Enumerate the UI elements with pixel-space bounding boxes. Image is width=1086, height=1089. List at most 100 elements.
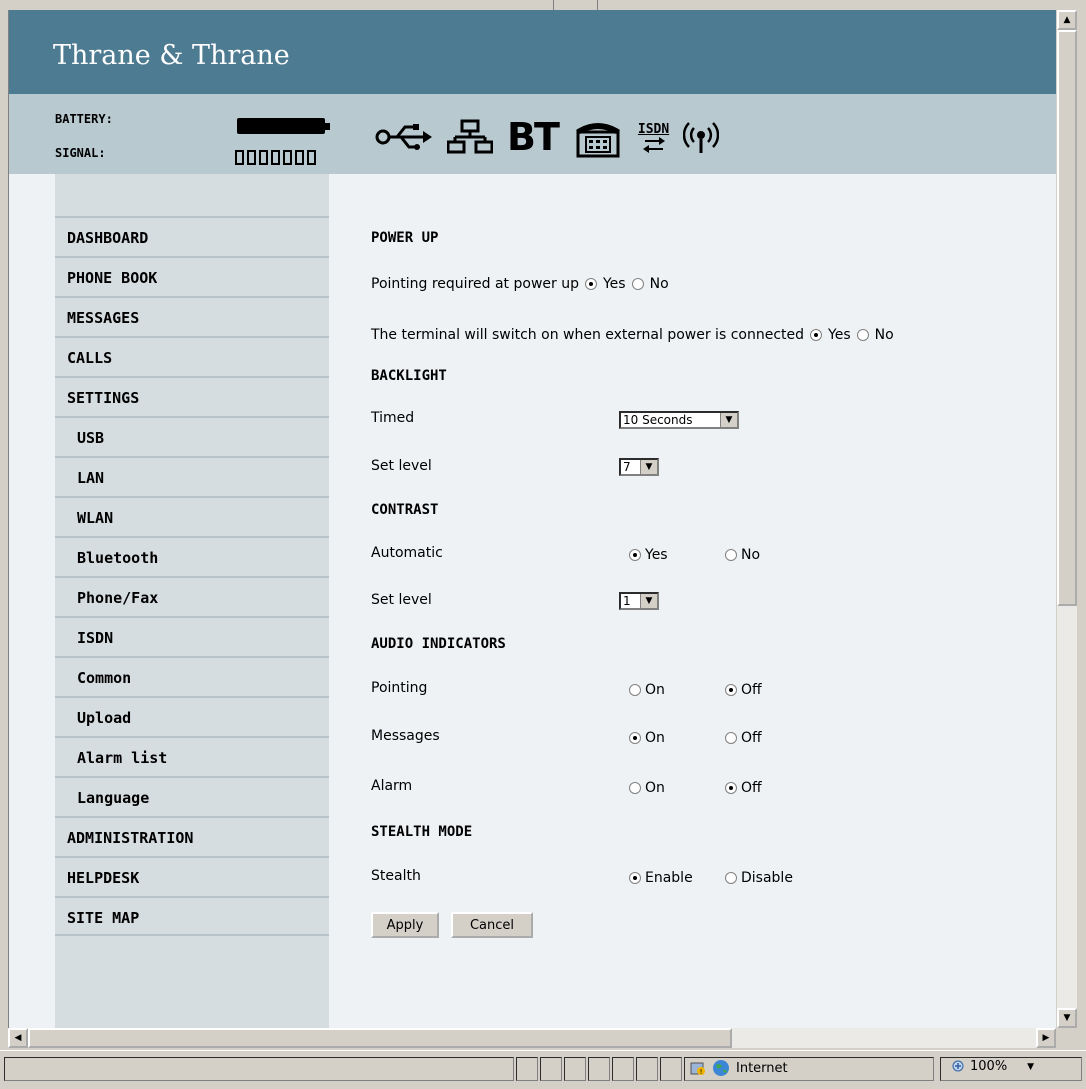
apply-button[interactable]: Apply <box>371 912 439 938</box>
sidebar-item-upload[interactable]: Upload <box>55 696 329 736</box>
zone-label: Internet <box>736 1060 788 1076</box>
backlight-timed-select[interactable]: 10 Seconds ▼ <box>619 411 739 429</box>
stealth-label: Stealth <box>371 868 421 884</box>
vertical-scrollbar[interactable]: ▲ ▼ <box>1056 10 1077 1028</box>
sidebar-nav: DASHBOARD PHONE BOOK MESSAGES CALLS SETTINGS… <box>55 216 329 936</box>
pointing-power-up-no-radio[interactable] <box>631 278 644 290</box>
stealth-enable-radio[interactable] <box>629 872 641 884</box>
signal-bar <box>307 150 316 165</box>
audio-alarm-label: Alarm <box>371 778 413 794</box>
bluetooth-icon[interactable]: BT <box>507 112 560 162</box>
audio-messages-on-option[interactable]: On <box>629 730 665 746</box>
sidebar-item-calls[interactable]: CALLS <box>55 336 329 376</box>
enable-label: Enable <box>645 870 693 886</box>
external-power-row: The terminal will switch on when externa… <box>371 327 894 343</box>
sidebar-item-phone-book[interactable]: PHONE BOOK <box>55 256 329 296</box>
audio-pointing-label: Pointing <box>371 680 428 696</box>
sidebar-item-common[interactable]: Common <box>55 656 329 696</box>
yes-label: Yes <box>828 327 851 343</box>
backlight-timed-label: Timed <box>371 410 415 426</box>
status-pane <box>636 1057 658 1081</box>
audio-messages-label: Messages <box>371 728 440 744</box>
signal-bar <box>235 150 244 165</box>
signal-label: SIGNAL: <box>55 146 106 160</box>
cancel-button[interactable]: Cancel <box>451 912 533 938</box>
window-right-edge <box>1076 10 1086 1050</box>
vertical-scroll-thumb[interactable] <box>1057 30 1077 606</box>
horizontal-scrollbar[interactable]: ◀ ▶ <box>8 1028 1056 1048</box>
sidebar-item-messages[interactable]: MESSAGES <box>55 296 329 336</box>
contrast-level-select[interactable]: 1 ▼ <box>619 592 659 610</box>
pointing-power-up-row: Pointing required at power up Yes No <box>371 276 669 292</box>
status-pane <box>564 1057 586 1081</box>
audio-messages-on-radio[interactable] <box>629 732 641 744</box>
wlan-icon[interactable] <box>683 112 720 162</box>
yes-label: Yes <box>602 276 626 292</box>
external-power-label: The terminal will switch on when externa… <box>371 327 805 343</box>
stealth-enable-option[interactable]: Enable <box>629 870 693 886</box>
sidebar-item-dashboard[interactable]: DASHBOARD <box>55 216 329 256</box>
contrast-automatic-yes-option[interactable]: Yes <box>629 547 668 563</box>
contrast-automatic-yes-radio[interactable] <box>629 549 641 561</box>
scroll-right-icon[interactable]: ▶ <box>1036 1028 1056 1048</box>
audio-messages-off-option[interactable]: Off <box>725 730 762 746</box>
audio-pointing-off-radio[interactable] <box>725 684 737 696</box>
audio-messages-off-radio[interactable] <box>725 732 737 744</box>
divider <box>553 0 554 10</box>
contrast-automatic-no-option[interactable]: No <box>725 547 760 563</box>
chevron-down-icon[interactable]: ▼ <box>1027 1062 1034 1072</box>
zoom-control[interactable]: 100% ▼ <box>952 1059 1034 1074</box>
sidebar-item-phone-fax[interactable]: Phone/Fax <box>55 576 329 616</box>
chevron-down-icon[interactable]: ▼ <box>720 413 737 427</box>
chevron-down-icon[interactable]: ▼ <box>640 460 657 474</box>
scroll-left-icon[interactable]: ◀ <box>8 1028 28 1048</box>
audio-alarm-on-radio[interactable] <box>629 782 641 794</box>
audio-alarm-off-option[interactable]: Off <box>725 780 762 796</box>
status-pane <box>612 1057 634 1081</box>
sidebar-item-administration[interactable]: ADMINISTRATION <box>55 816 329 856</box>
stealth-disable-option[interactable]: Disable <box>725 870 793 886</box>
lan-icon[interactable] <box>447 112 493 162</box>
security-lock-icon: ! <box>690 1062 705 1076</box>
stealth-disable-radio[interactable] <box>725 872 737 884</box>
zone-indicator[interactable]: ! Internet <box>690 1059 788 1077</box>
status-text-pane <box>4 1057 514 1081</box>
battery-label: BATTERY: <box>55 112 113 126</box>
audio-pointing-on-option[interactable]: On <box>629 682 665 698</box>
sidebar-item-language[interactable]: Language <box>55 776 329 816</box>
horizontal-scroll-thumb[interactable] <box>28 1028 732 1048</box>
backlight-level-select[interactable]: 7 ▼ <box>619 458 659 476</box>
phone-fax-icon[interactable] <box>572 112 624 162</box>
usb-icon[interactable] <box>375 112 433 162</box>
signal-bar <box>247 150 256 165</box>
audio-alarm-on-option[interactable]: On <box>629 780 665 796</box>
sidebar-item-alarm-list[interactable]: Alarm list <box>55 736 329 776</box>
scroll-up-icon[interactable]: ▲ <box>1057 10 1077 30</box>
interface-icons: BT ISDN <box>375 112 720 162</box>
page-header: Thrane & Thrane <box>9 10 1057 94</box>
signal-bar <box>259 150 268 165</box>
sidebar-item-isdn[interactable]: ISDN <box>55 616 329 656</box>
external-power-yes-radio[interactable] <box>810 329 823 341</box>
chevron-down-icon[interactable]: ▼ <box>640 594 657 608</box>
scroll-down-icon[interactable]: ▼ <box>1057 1008 1077 1028</box>
status-pane <box>660 1057 682 1081</box>
sidebar-item-settings[interactable]: SETTINGS <box>55 376 329 416</box>
section-power-up: POWER UP <box>371 230 439 246</box>
sidebar-item-wlan[interactable]: WLAN <box>55 496 329 536</box>
sidebar-item-site-map[interactable]: SITE MAP <box>55 896 329 936</box>
external-power-no-radio[interactable] <box>856 329 869 341</box>
audio-alarm-off-radio[interactable] <box>725 782 737 794</box>
page-body: DASHBOARD PHONE BOOK MESSAGES CALLS SETTINGS… <box>9 174 1057 1028</box>
status-pane <box>540 1057 562 1081</box>
pointing-power-up-yes-radio[interactable] <box>584 278 597 290</box>
audio-pointing-on-radio[interactable] <box>629 684 641 696</box>
sidebar-item-usb[interactable]: USB <box>55 416 329 456</box>
sidebar-item-helpdesk[interactable]: HELPDESK <box>55 856 329 896</box>
settings-form: POWER UP Pointing required at power up Y… <box>329 174 1057 1028</box>
sidebar-item-bluetooth[interactable]: Bluetooth <box>55 536 329 576</box>
audio-pointing-off-option[interactable]: Off <box>725 682 762 698</box>
contrast-automatic-no-radio[interactable] <box>725 549 737 561</box>
sidebar-item-lan[interactable]: LAN <box>55 456 329 496</box>
isdn-icon[interactable]: ISDN <box>638 112 669 162</box>
